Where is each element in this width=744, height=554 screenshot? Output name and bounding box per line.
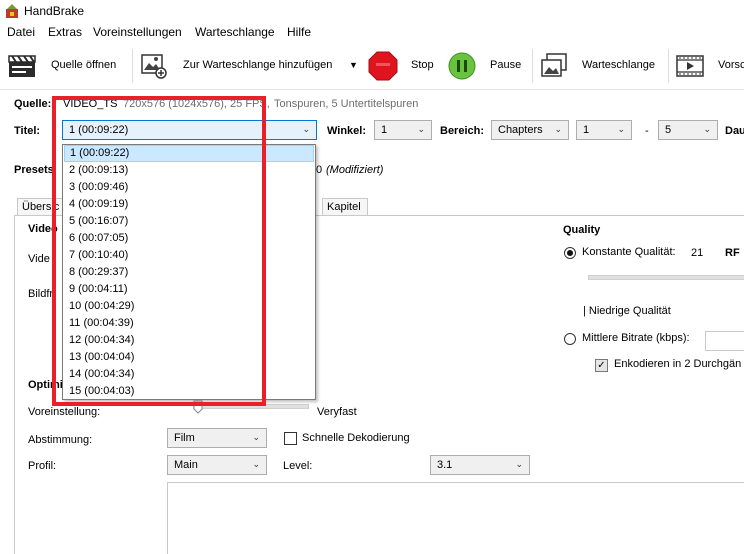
add-to-queue-icon[interactable] [140, 53, 168, 79]
handbrake-logo-icon [4, 3, 20, 19]
angle-select[interactable]: 1 ⌄ [374, 120, 432, 140]
queue-icon[interactable] [540, 53, 568, 79]
stop-icon[interactable] [368, 51, 398, 81]
framerate-label: Bildfr [28, 288, 54, 300]
toolbar-separator [132, 49, 133, 83]
range-end-select[interactable]: 5 ⌄ [658, 120, 718, 140]
chevron-down-icon: ⌄ [617, 124, 625, 134]
chevron-down-icon: ⌄ [252, 459, 260, 469]
avg-bitrate-label: Mittlere Bitrate (kbps): [582, 332, 690, 344]
tab-chapters[interactable]: Kapitel [322, 198, 368, 215]
avg-bitrate-radio[interactable] [564, 333, 576, 345]
presets-label: Presets [14, 164, 54, 176]
constant-quality-radio[interactable] [564, 247, 576, 259]
open-source-button[interactable]: Quelle öffnen [51, 59, 116, 71]
preview-icon[interactable] [676, 53, 704, 79]
source-label: Quelle: [14, 98, 52, 110]
pause-icon[interactable] [448, 52, 476, 80]
highlight-box [52, 96, 266, 406]
two-pass-label: Enkodieren in 2 Durchgän [614, 358, 742, 370]
profile-select[interactable]: Main ⌄ [167, 455, 267, 475]
preview-button[interactable]: Vorsc [718, 59, 744, 71]
toolbar-separator [532, 49, 533, 83]
rf-label: RF [725, 247, 740, 259]
constant-quality-label: Konstante Qualität: [582, 246, 676, 258]
toolbar-separator [668, 49, 669, 83]
add-to-queue-button[interactable]: Zur Warteschlange hinzufügen [183, 59, 332, 71]
clapperboard-icon[interactable] [8, 53, 36, 79]
title-bar: HandBrake [0, 0, 744, 22]
low-quality-label: | Niedrige Qualität [583, 305, 671, 317]
angle-value: 1 [381, 124, 388, 136]
avg-bitrate-input[interactable] [705, 331, 744, 351]
fast-decode-label: Schnelle Dekodierung [302, 432, 410, 444]
chevron-down-icon: ⌄ [515, 459, 523, 469]
profile-value: Main [174, 459, 198, 471]
toolbar: Quelle öffnen Zur Warteschlange hinzufüg… [0, 43, 744, 90]
video-codec-label: Vide [28, 253, 50, 265]
level-value: 3.1 [437, 459, 453, 471]
title-label: Titel: [14, 125, 41, 137]
range-end-value: 5 [665, 124, 672, 136]
range-dash: - [645, 125, 649, 137]
duration-label: Dau [725, 125, 744, 137]
range-start-value: 1 [583, 124, 590, 136]
menu-tools[interactable]: Extras [48, 25, 82, 39]
presets-suffix: 0 [316, 164, 323, 176]
presets-modified: (Modifiziert) [326, 164, 384, 176]
chevron-down-icon: ⌄ [252, 432, 260, 442]
level-select[interactable]: 3.1 ⌄ [430, 455, 530, 475]
tune-value: Film [174, 432, 195, 444]
fast-decode-checkbox[interactable] [284, 432, 297, 445]
range-type-select[interactable]: Chapters ⌄ [491, 120, 569, 140]
quality-label: Quality [563, 224, 601, 236]
menu-presets[interactable]: Voreinstellungen [93, 25, 182, 39]
menu-help[interactable]: Hilfe [287, 25, 311, 39]
rf-value: 21 [691, 247, 704, 259]
menu-queue[interactable]: Warteschlange [195, 25, 275, 39]
tune-select[interactable]: Film ⌄ [167, 428, 267, 448]
stop-button[interactable]: Stop [411, 59, 434, 71]
preset-speed-value: Veryfast [317, 406, 357, 418]
quality-slider[interactable] [588, 275, 744, 280]
window-title: HandBrake [24, 4, 85, 18]
profile-label: Profil: [28, 460, 57, 472]
source-tracks: Tonspuren, 5 Untertitelspuren [274, 98, 419, 110]
queue-button[interactable]: Warteschlange [582, 59, 655, 71]
tune-label: Abstimmung: [28, 434, 93, 446]
extra-options-textbox[interactable] [167, 482, 744, 554]
chevron-down-icon[interactable]: ▼ [349, 60, 358, 70]
chevron-down-icon: ⌄ [417, 124, 425, 134]
menu-file[interactable]: Datei [7, 25, 35, 39]
range-label: Bereich: [440, 125, 485, 137]
level-label: Level: [283, 460, 313, 472]
menu-bar: Datei Extras Voreinstellungen Warteschla… [0, 22, 744, 42]
pause-button[interactable]: Pause [490, 59, 521, 71]
angle-label: Winkel: [327, 125, 367, 137]
chevron-down-icon: ⌄ [302, 124, 310, 134]
chevron-down-icon: ⌄ [554, 124, 562, 134]
chevron-down-icon: ⌄ [703, 124, 711, 134]
range-start-select[interactable]: 1 ⌄ [576, 120, 632, 140]
preset-speed-label: Voreinstellung: [28, 406, 101, 418]
two-pass-checkbox[interactable]: ✓ [595, 359, 608, 372]
range-type-value: Chapters [498, 124, 543, 136]
